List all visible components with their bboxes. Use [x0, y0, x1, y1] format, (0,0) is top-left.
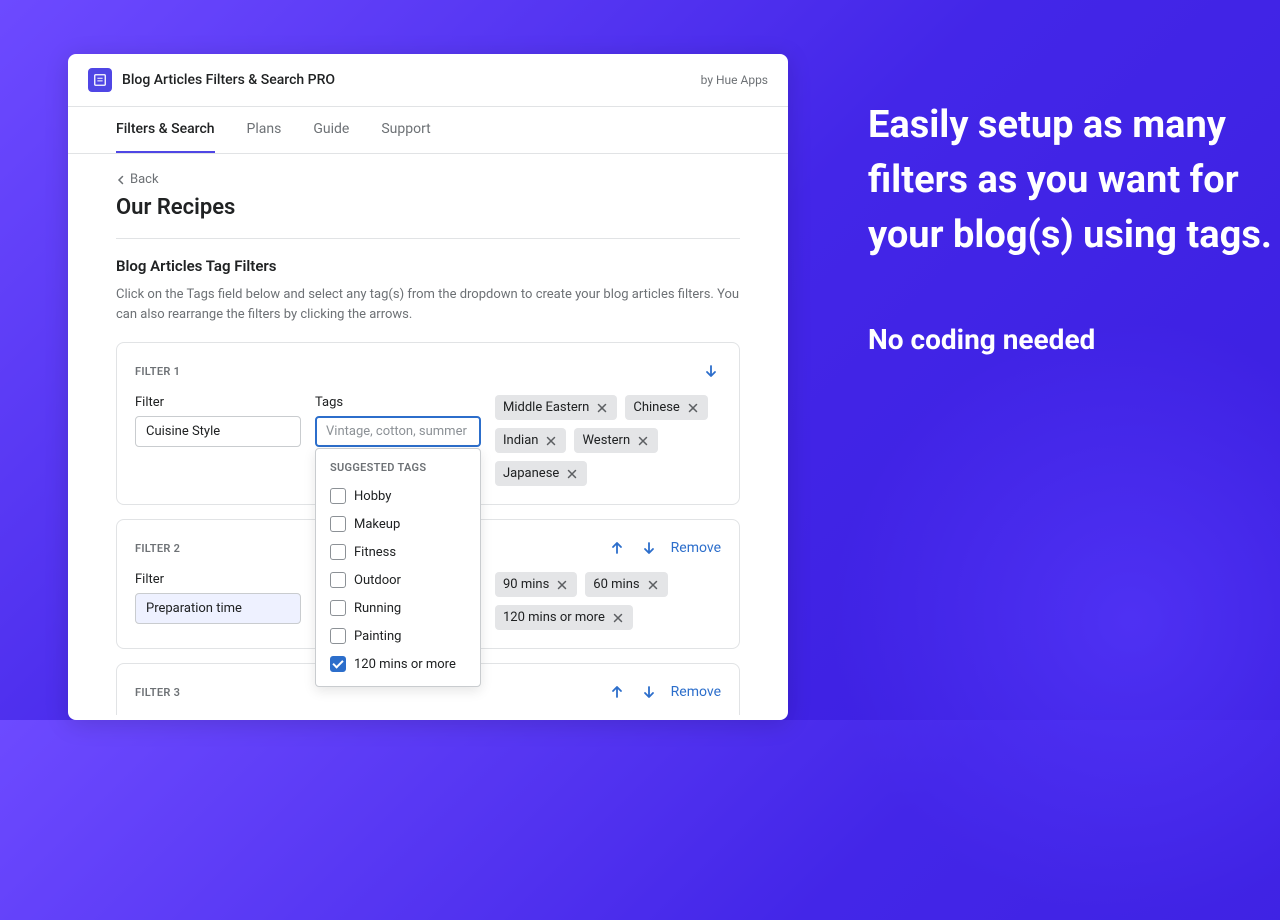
promo-sub: No coding needed	[868, 323, 1280, 356]
tag-chip: Indian	[495, 428, 566, 453]
tab-plans[interactable]: Plans	[247, 107, 282, 153]
promo-heading: Easily setup as many filters as you want…	[868, 98, 1280, 263]
close-icon[interactable]	[544, 434, 558, 448]
dropdown-item[interactable]: Hobby	[316, 482, 480, 510]
close-icon[interactable]	[636, 434, 650, 448]
divider	[116, 238, 740, 239]
app-header: Blog Articles Filters & Search PRO by Hu…	[68, 54, 788, 107]
promo-text: Easily setup as many filters as you want…	[868, 98, 1280, 356]
tag-chips: 90 mins 60 mins 120 mins or more	[495, 572, 721, 630]
tag-chip: Japanese	[495, 461, 587, 486]
chip-label: Japanese	[503, 466, 559, 481]
dropdown-item[interactable]: 120 mins or more	[316, 650, 480, 678]
remove-link[interactable]: Remove	[671, 684, 721, 700]
chip-label: 120 mins or more	[503, 610, 605, 625]
tab-filters-search[interactable]: Filters & Search	[116, 107, 215, 153]
tab-guide[interactable]: Guide	[313, 107, 349, 153]
checkbox-icon	[330, 628, 346, 644]
close-icon[interactable]	[595, 401, 609, 415]
close-icon[interactable]	[565, 467, 579, 481]
dropdown-item-label: Fitness	[354, 545, 396, 560]
section-desc: Click on the Tags field below and select…	[116, 285, 740, 324]
tag-chip: 60 mins	[585, 572, 667, 597]
filter-card: FILTER 1FilterTagsSUGGESTED TAGSHobbyMak…	[116, 342, 740, 505]
chip-label: 90 mins	[503, 577, 549, 592]
filter-field-label: Filter	[135, 572, 301, 587]
close-icon[interactable]	[646, 578, 660, 592]
dropdown-item[interactable]: Running	[316, 594, 480, 622]
tag-chips: Middle Eastern Chinese Indian Western Japane…	[495, 395, 721, 486]
close-icon[interactable]	[555, 578, 569, 592]
dropdown-item[interactable]: Painting	[316, 622, 480, 650]
section-title: Blog Articles Tag Filters	[116, 257, 740, 275]
app-window: Blog Articles Filters & Search PRO by Hu…	[68, 54, 788, 720]
dropdown-item-label: Painting	[354, 629, 401, 644]
filter-field-label: Filter	[135, 395, 301, 410]
dropdown-item-label: Running	[354, 601, 401, 616]
app-icon	[88, 68, 112, 92]
dropdown-item[interactable]: Fitness	[316, 538, 480, 566]
dropdown-item[interactable]: Makeup	[316, 510, 480, 538]
back-label: Back	[130, 172, 159, 187]
checkbox-icon	[330, 600, 346, 616]
chevron-left-icon	[116, 175, 126, 185]
close-icon[interactable]	[611, 611, 625, 625]
tab-support[interactable]: Support	[381, 107, 430, 153]
back-link[interactable]: Back	[116, 172, 740, 187]
tag-chip: Middle Eastern	[495, 395, 617, 420]
app-title: Blog Articles Filters & Search PRO	[122, 72, 335, 88]
move-down-button[interactable]	[639, 682, 659, 702]
dropdown-item-label: Outdoor	[354, 573, 401, 588]
chip-label: Chinese	[633, 400, 679, 415]
remove-link[interactable]: Remove	[671, 540, 721, 556]
move-up-button[interactable]	[607, 538, 627, 558]
dropdown-item-label: Makeup	[354, 517, 400, 532]
tags-field-label: Tags	[315, 395, 481, 410]
app-byline: by Hue Apps	[701, 73, 768, 87]
content: Back Our Recipes Blog Articles Tag Filte…	[68, 154, 788, 715]
chip-label: Western	[582, 433, 630, 448]
dropdown-item-label: Hobby	[354, 489, 391, 504]
checkbox-icon	[330, 516, 346, 532]
close-icon[interactable]	[686, 401, 700, 415]
tags-input[interactable]	[315, 416, 481, 447]
checkbox-icon	[330, 656, 346, 672]
tabs: Filters & Search Plans Guide Support	[68, 107, 788, 154]
page-title: Our Recipes	[116, 195, 740, 220]
tag-chip: 90 mins	[495, 572, 577, 597]
tag-chip: 120 mins or more	[495, 605, 633, 630]
dropdown-item-label: 120 mins or more	[354, 657, 456, 672]
dropdown-header: SUGGESTED TAGS	[316, 457, 480, 482]
tag-chip: Chinese	[625, 395, 707, 420]
filter-number-label: FILTER 1	[135, 365, 180, 378]
checkbox-icon	[330, 572, 346, 588]
move-down-button[interactable]	[701, 361, 721, 381]
filter-number-label: FILTER 3	[135, 686, 180, 699]
move-up-button[interactable]	[607, 682, 627, 702]
filter-name-input[interactable]	[135, 416, 301, 447]
suggested-tags-dropdown: SUGGESTED TAGS Hobby Makeup Fitness Outdoor R…	[315, 448, 481, 687]
filter-number-label: FILTER 2	[135, 542, 180, 555]
dropdown-item[interactable]: Outdoor	[316, 566, 480, 594]
checkbox-icon	[330, 488, 346, 504]
tag-chip: Western	[574, 428, 658, 453]
move-down-button[interactable]	[639, 538, 659, 558]
checkbox-icon	[330, 544, 346, 560]
chip-label: Indian	[503, 433, 538, 448]
chip-label: 60 mins	[593, 577, 639, 592]
filter-name-input[interactable]	[135, 593, 301, 624]
chip-label: Middle Eastern	[503, 400, 589, 415]
